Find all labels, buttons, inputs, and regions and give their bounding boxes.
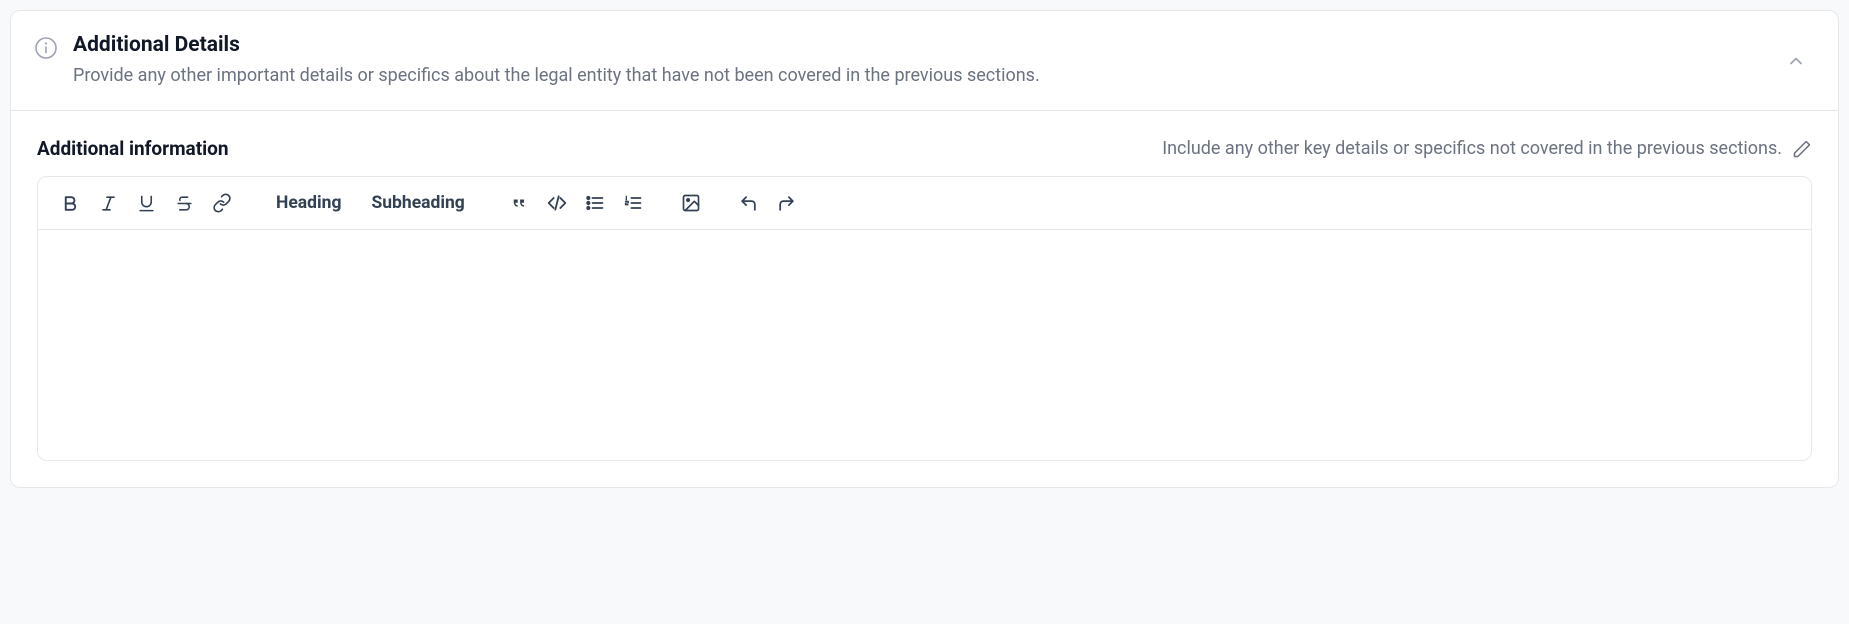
field-hint-row: Include any other key details or specifi… — [1162, 138, 1812, 159]
info-icon — [33, 35, 59, 61]
heading-button[interactable]: Heading — [262, 185, 355, 221]
panel-body: Additional information Include any other… — [11, 111, 1838, 487]
numbered-list-button[interactable] — [615, 185, 651, 221]
bold-icon — [61, 194, 80, 213]
code-button[interactable] — [539, 185, 575, 221]
underline-button[interactable] — [128, 185, 164, 221]
field-header: Additional information Include any other… — [37, 137, 1812, 160]
redo-button[interactable] — [769, 185, 805, 221]
editor-textarea[interactable] — [38, 230, 1811, 460]
panel-header: Additional Details Provide any other imp… — [11, 11, 1838, 111]
additional-details-panel: Additional Details Provide any other imp… — [10, 10, 1839, 488]
image-button[interactable] — [673, 185, 709, 221]
link-button[interactable] — [204, 185, 240, 221]
bold-button[interactable] — [52, 185, 88, 221]
panel-description: Provide any other important details or s… — [73, 63, 1040, 88]
edit-button[interactable] — [1792, 139, 1812, 159]
chevron-up-icon — [1786, 51, 1806, 71]
code-icon — [547, 193, 567, 213]
subheading-button[interactable]: Subheading — [357, 185, 478, 221]
rich-text-editor: Heading Subheading — [37, 176, 1812, 461]
italic-button[interactable] — [90, 185, 126, 221]
italic-icon — [99, 194, 118, 213]
strikethrough-icon — [175, 194, 194, 213]
undo-button[interactable] — [731, 185, 767, 221]
link-icon — [212, 193, 232, 213]
pencil-icon — [1792, 139, 1812, 159]
quote-button[interactable] — [501, 185, 537, 221]
editor-toolbar: Heading Subheading — [38, 177, 1811, 230]
underline-icon — [137, 194, 156, 213]
strikethrough-button[interactable] — [166, 185, 202, 221]
bullet-list-button[interactable] — [577, 185, 613, 221]
collapse-toggle[interactable] — [1780, 45, 1812, 77]
header-text: Additional Details Provide any other imp… — [73, 33, 1040, 88]
field-hint-text: Include any other key details or specifi… — [1162, 138, 1782, 159]
undo-icon — [739, 194, 758, 213]
redo-icon — [777, 194, 796, 213]
numbered-list-icon — [623, 193, 643, 213]
field-label: Additional information — [37, 137, 229, 160]
panel-title: Additional Details — [73, 33, 1040, 57]
quote-icon — [509, 194, 528, 213]
bullet-list-icon — [585, 193, 605, 213]
image-icon — [681, 193, 701, 213]
